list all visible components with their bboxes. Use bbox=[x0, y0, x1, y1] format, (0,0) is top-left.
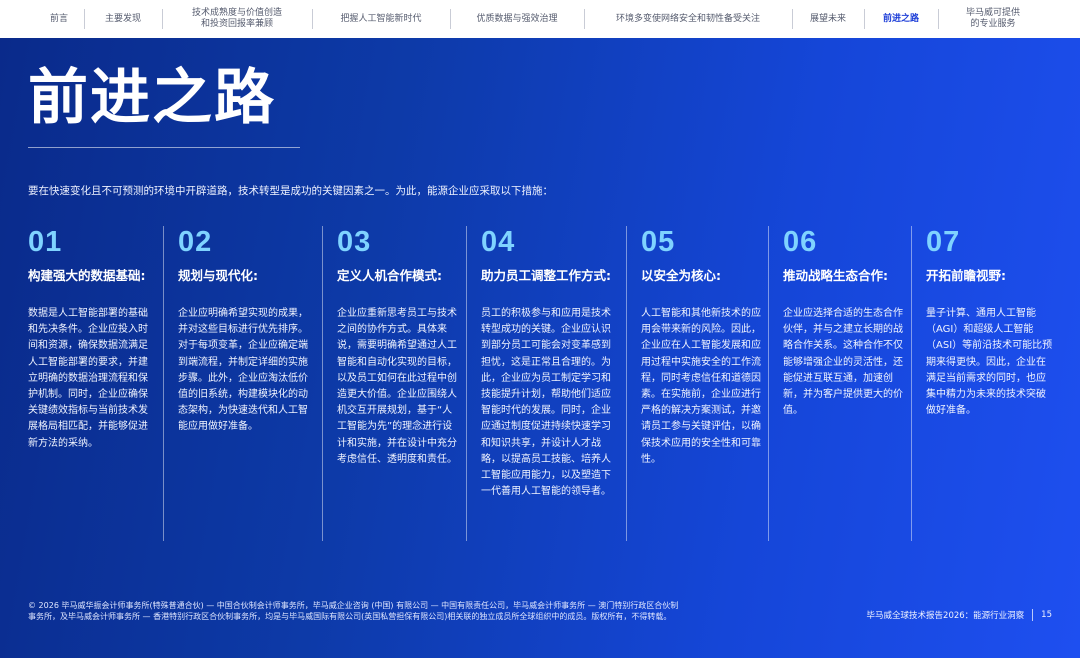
nav-item-foreword[interactable]: 前言 bbox=[34, 0, 84, 38]
step-body: 数据是人工智能部署的基础和先决条件。企业应投入时间和资源，确保数据流满足人工智能… bbox=[28, 308, 148, 449]
step-card: 03 定义人机合作模式: 企业应重新思考员工与技术之间的协作方式。具体来说，需要… bbox=[337, 226, 461, 468]
step-body: 员工的积极参与和应用是技术转型成功的关键。企业应认识到部分员工可能会对变革感到担… bbox=[481, 308, 611, 498]
intro-text: 要在快速变化且不可预测的环境中开辟道路，技术转型是成功的关键因素之一。为此，能源… bbox=[28, 185, 553, 197]
nav-item-services[interactable]: 毕马威可提供 的专业服务 bbox=[938, 0, 1048, 38]
step-number: 04 bbox=[481, 226, 516, 258]
step-heading: 构建强大的数据基础: bbox=[28, 268, 146, 283]
report-footer: 毕马威全球技术报告2026：能源行业洞察 15 bbox=[867, 609, 1052, 621]
step-card: 07 开拓前瞻视野: 量子计算、通用人工智能（AGI）和超级人工智能（ASI）等… bbox=[926, 226, 1054, 419]
column-divider bbox=[911, 226, 912, 541]
report-title: 毕马威全球技术报告2026：能源行业洞察 bbox=[866, 611, 1025, 621]
step-card: 01 构建强大的数据基础: 数据是人工智能部署的基础和先决条件。企业应投入时间和… bbox=[28, 226, 148, 452]
nav-item-way-forward[interactable]: 前进之路 bbox=[864, 0, 938, 38]
step-body: 企业应选择合适的生态合作伙伴，并与之建立长期的战略合作关系。这种合作不仅能够增强… bbox=[783, 308, 903, 417]
copyright-notice: © 2026 毕马威华振会计师事务所(特殊普通合伙) — 中国合伙制会计师事务所… bbox=[28, 601, 679, 621]
nav-item-ai-era[interactable]: 把握人工智能新时代 bbox=[312, 0, 450, 38]
column-divider bbox=[466, 226, 467, 541]
top-navigation: 前言 主要发现 技术成熟度与价值创造 和投资回报率兼顾 把握人工智能新时代 优质… bbox=[0, 0, 1080, 38]
step-number: 07 bbox=[926, 226, 961, 258]
step-heading: 推动战略生态合作: bbox=[783, 268, 888, 283]
step-heading: 以安全为核心: bbox=[641, 268, 721, 283]
page-title: 前进之路 bbox=[28, 63, 276, 133]
step-body: 量子计算、通用人工智能（AGI）和超级人工智能（ASI）等前沿技术可能比预期来得… bbox=[926, 308, 1053, 417]
step-card: 02 规划与现代化: 企业应明确希望实现的成果，并对这些目标进行优先排序。对于每… bbox=[178, 226, 311, 436]
nav-item-cybersecurity[interactable]: 环境多变使网络安全和韧性备受关注 bbox=[584, 0, 792, 38]
step-heading: 助力员工调整工作方式: bbox=[481, 268, 611, 283]
column-divider bbox=[768, 226, 769, 541]
step-body: 企业应明确希望实现的成果，并对这些目标进行优先排序。对于每项变革，企业应确定端到… bbox=[178, 308, 308, 433]
column-divider bbox=[163, 226, 164, 541]
step-heading: 定义人机合作模式: bbox=[337, 268, 442, 283]
step-number: 01 bbox=[28, 226, 63, 258]
page-number: 15 bbox=[1041, 610, 1052, 620]
step-card: 05 以安全为核心: 人工智能和其他新技术的应用会带来新的风险。因此，企业应在人… bbox=[641, 226, 761, 468]
nav-item-outlook[interactable]: 展望未来 bbox=[792, 0, 864, 38]
step-card: 04 助力员工调整工作方式: 员工的积极参与和应用是技术转型成功的关键。企业应认… bbox=[481, 226, 615, 500]
nav-item-tech-maturity[interactable]: 技术成熟度与价值创造 和投资回报率兼顾 bbox=[162, 0, 312, 38]
step-heading: 规划与现代化: bbox=[178, 268, 258, 283]
step-body: 人工智能和其他新技术的应用会带来新的风险。因此，企业应在人工智能发展和应用过程中… bbox=[641, 308, 761, 465]
step-heading: 开拓前瞻视野: bbox=[926, 268, 1006, 283]
step-card: 06 推动战略生态合作: 企业应选择合适的生态合作伙伴，并与之建立长期的战略合作… bbox=[783, 226, 906, 419]
footer-divider bbox=[1032, 609, 1034, 621]
nav-item-data-governance[interactable]: 优质数据与强效治理 bbox=[450, 0, 584, 38]
step-number: 03 bbox=[337, 226, 372, 258]
column-divider bbox=[322, 226, 323, 541]
step-number: 02 bbox=[178, 226, 213, 258]
step-body: 企业应重新思考员工与技术之间的协作方式。具体来说，需要明确希望通过人工智能和自动… bbox=[337, 308, 457, 465]
title-underline bbox=[28, 147, 300, 148]
step-number: 05 bbox=[641, 226, 676, 258]
column-divider bbox=[626, 226, 627, 541]
nav-item-key-findings[interactable]: 主要发现 bbox=[84, 0, 162, 38]
step-number: 06 bbox=[783, 226, 818, 258]
